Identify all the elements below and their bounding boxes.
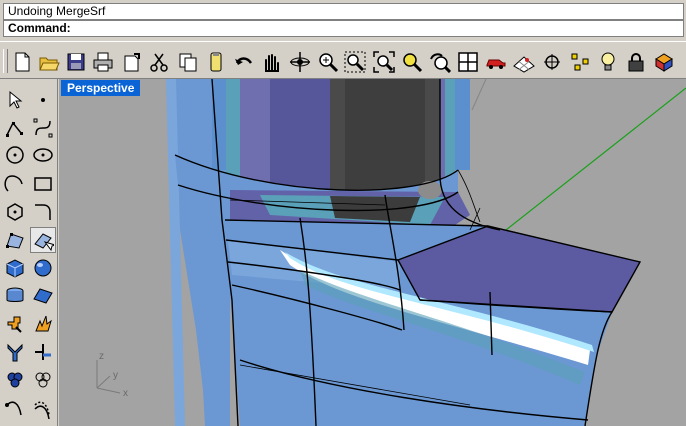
axis-x-label: x (123, 388, 128, 399)
command-history: Undoing MergeSrf (3, 3, 684, 20)
copy-icon[interactable] (176, 50, 200, 74)
point-icon[interactable] (30, 87, 56, 113)
save-icon[interactable] (64, 50, 88, 74)
open-folder-icon[interactable] (37, 50, 61, 74)
pan-hand-icon[interactable] (259, 50, 283, 74)
four-viewports-icon[interactable] (456, 50, 480, 74)
circle-icon[interactable] (2, 142, 28, 168)
axis-y-label: y (113, 370, 118, 381)
box-solid-icon[interactable] (2, 255, 28, 281)
lock-icon[interactable] (624, 50, 648, 74)
zoom-dynamic-icon[interactable] (316, 50, 340, 74)
print-icon[interactable] (91, 50, 115, 74)
fillet-curve-icon[interactable] (30, 199, 56, 225)
select-arrow-icon[interactable] (2, 87, 28, 113)
3d-model-render: z x y (96, 79, 686, 426)
grid-plane-icon[interactable] (512, 50, 536, 74)
light-icon[interactable] (596, 50, 620, 74)
standard-toolbar (0, 41, 686, 79)
main-sidebar-toolbar (0, 79, 58, 426)
surface-plane-icon[interactable] (30, 283, 56, 309)
arc-icon[interactable] (2, 171, 28, 197)
sweep-path-icon[interactable] (30, 395, 56, 421)
split-icon[interactable] (2, 339, 28, 365)
new-file-icon[interactable] (10, 50, 34, 74)
paste-icon[interactable] (204, 50, 228, 74)
revolve-surface-icon[interactable] (2, 283, 28, 309)
polygon-icon[interactable] (2, 199, 28, 225)
axis-z-label: z (99, 351, 104, 362)
rectangle-icon[interactable] (30, 171, 56, 197)
point-cloud-icon[interactable] (568, 50, 592, 74)
circles-group-icon[interactable] (30, 367, 56, 393)
import-icon[interactable] (120, 50, 144, 74)
ellipse-icon[interactable] (30, 142, 56, 168)
zoom-extents-icon[interactable] (372, 50, 396, 74)
cut-icon[interactable] (147, 50, 171, 74)
sweep-curve-icon[interactable] (2, 395, 28, 421)
polyline-icon[interactable] (2, 115, 28, 141)
perspective-viewport[interactable]: z x y Perspective (59, 79, 686, 426)
surface-from-points-icon[interactable] (2, 227, 28, 253)
zoom-window-icon[interactable] (343, 50, 367, 74)
blend-surface-icon[interactable] (30, 227, 56, 253)
car-icon[interactable] (484, 50, 508, 74)
control-point-curve-icon[interactable] (30, 115, 56, 141)
toolbar-grip[interactable] (3, 49, 8, 73)
command-prompt[interactable]: Command: (3, 20, 684, 37)
viewport-title[interactable]: Perspective (61, 80, 141, 96)
sphere-solid-icon[interactable] (30, 255, 56, 281)
explode-icon[interactable] (30, 311, 56, 337)
object-snap-icon[interactable] (540, 50, 564, 74)
boolean-union-icon[interactable] (2, 311, 28, 337)
spheres-group-icon[interactable] (2, 367, 28, 393)
trim-icon[interactable] (30, 339, 56, 365)
undo-icon[interactable] (232, 50, 256, 74)
render-icon[interactable] (652, 50, 676, 74)
zoom-selected-icon[interactable] (400, 50, 424, 74)
rotate-view-icon[interactable] (288, 50, 312, 74)
undo-view-icon[interactable] (428, 50, 452, 74)
